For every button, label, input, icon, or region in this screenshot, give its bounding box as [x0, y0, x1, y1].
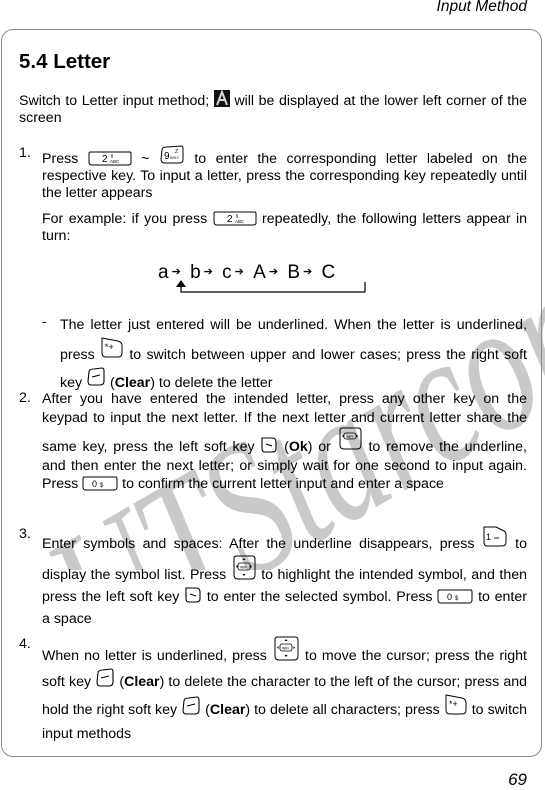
- svg-text:0: 0: [447, 592, 452, 602]
- svg-text:ABC: ABC: [235, 219, 245, 224]
- right-soft-key-icon: [96, 668, 114, 687]
- svg-text:ABC: ABC: [110, 159, 120, 164]
- right-soft-key-icon: [87, 367, 105, 386]
- svg-text:$: $: [455, 596, 459, 602]
- svg-text:WIFI: WIFI: [346, 435, 353, 439]
- section-heading: 5.4 Letter: [19, 50, 111, 73]
- svg-text:*+: *+: [449, 699, 458, 709]
- intro-paragraph: Switch to Letter input method; will be d…: [19, 90, 527, 127]
- navigation-key-icon: WIFI: [339, 427, 362, 450]
- svg-text:0: 0: [92, 479, 97, 489]
- letter-mode-icon: [213, 90, 230, 107]
- key-9-wxyz-icon: 9 Z WXY: [160, 145, 184, 164]
- navigation-key-icon: WIFI: [233, 555, 256, 580]
- arrow-right-icon: ➔: [171, 266, 182, 278]
- right-soft-key-icon: [182, 696, 200, 715]
- arrow-right-icon: ➔: [268, 266, 280, 278]
- running-header: Input Method: [436, 0, 527, 15]
- key-star-icon: *+: [445, 694, 467, 715]
- list-item-1-note: - The letter just entered will be underl…: [42, 314, 527, 391]
- svg-text:1: 1: [486, 532, 491, 542]
- key-2-abc-icon: 2 ABC: [213, 211, 257, 226]
- key-0-icon: 0 $: [437, 589, 473, 604]
- left-soft-key-icon: [261, 437, 277, 453]
- sequence-letter: a: [158, 262, 170, 283]
- arrow-right-icon: ➔: [234, 266, 245, 278]
- arrow-right-icon: ➔: [203, 266, 214, 278]
- key-0-icon: 0 $: [82, 476, 118, 491]
- svg-text:WIFI: WIFI: [282, 647, 289, 651]
- navigation-key-icon: WIFI: [274, 636, 299, 661]
- svg-text:WIFI: WIFI: [240, 566, 247, 570]
- key-1-icon: 1: [483, 526, 507, 547]
- list-item-4: 4. When no letter is underlined, press W…: [19, 636, 528, 742]
- key-2-abc-icon: 2 ABC: [88, 151, 132, 166]
- list-item-2: 2. After you have entered the intended l…: [19, 390, 527, 492]
- svg-text:2: 2: [102, 154, 108, 165]
- arrow-right-icon: ➔: [303, 266, 314, 278]
- svg-text:$: $: [100, 483, 104, 489]
- loop-back-arrow-icon: [176, 280, 366, 293]
- svg-text:2: 2: [227, 214, 233, 225]
- list-item-1: 1. Press 2 ABC ~ 9 Z WXY to enter the co…: [19, 145, 527, 244]
- list-item-3: 3. Enter symbols and spaces: After the u…: [19, 526, 527, 627]
- left-soft-key-icon: [185, 587, 201, 603]
- key-star-icon: *+: [101, 337, 123, 358]
- svg-text:WXY: WXY: [170, 155, 179, 160]
- page-number: 69: [508, 770, 527, 789]
- svg-text:*+: *+: [105, 342, 114, 352]
